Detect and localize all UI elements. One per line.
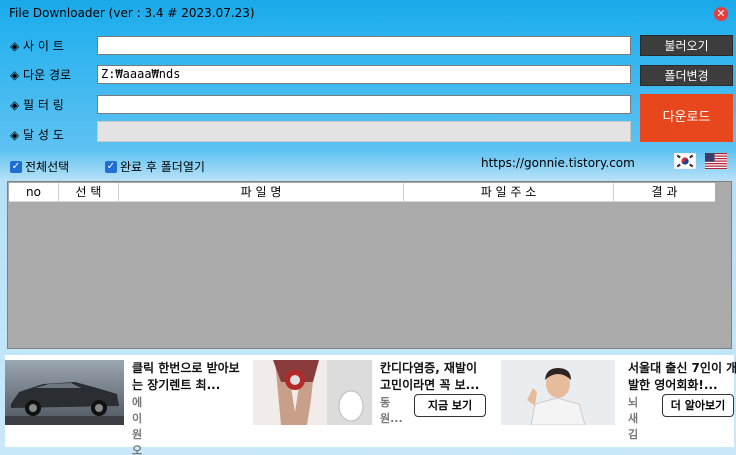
site-label: ◈ 사 이 트 bbox=[10, 39, 64, 53]
view-now-button[interactable]: 지금 보기 bbox=[414, 394, 486, 417]
col-fileurl[interactable]: 파 일 주 소 bbox=[404, 183, 614, 201]
select-all-label: 전체선택 bbox=[25, 160, 70, 174]
korean-flag-icon[interactable] bbox=[674, 153, 696, 169]
us-flag-icon[interactable] bbox=[705, 153, 727, 169]
path-label: ◈ 다운 경로 bbox=[10, 68, 72, 82]
open-folder-checkbox[interactable]: ✓ 완료 후 폴더열기 bbox=[105, 158, 205, 175]
checkbox-checked-icon: ✓ bbox=[10, 160, 22, 173]
file-table[interactable]: no 선 택 파 일 명 파 일 주 소 결 과 bbox=[7, 181, 732, 349]
checkbox-checked-icon: ✓ bbox=[105, 160, 117, 173]
ad-source: 뇌새김 bbox=[628, 396, 639, 441]
ad-headline[interactable]: 클릭 한번으로 받아보는 장기렌트 최... bbox=[132, 360, 244, 394]
col-filename[interactable]: 파 일 명 bbox=[119, 183, 404, 201]
open-folder-label: 완료 후 폴더열기 bbox=[120, 160, 205, 174]
path-input[interactable]: Z:₩aaaa₩nds bbox=[97, 65, 631, 84]
site-input[interactable] bbox=[97, 36, 631, 55]
progress-label: ◈ 달 성 도 bbox=[10, 128, 64, 142]
table-header: no 선 택 파 일 명 파 일 주 소 결 과 bbox=[9, 183, 715, 202]
car-ad-image[interactable] bbox=[5, 360, 124, 425]
col-select[interactable]: 선 택 bbox=[59, 183, 119, 201]
load-button[interactable]: 불러오기 bbox=[640, 35, 733, 56]
health-ad-image[interactable] bbox=[253, 360, 372, 425]
progress-bar bbox=[97, 121, 631, 142]
change-folder-button[interactable]: 폴더변경 bbox=[640, 65, 733, 86]
app-window: File Downloader (ver : 3.4 # 2023.07.23)… bbox=[0, 0, 736, 455]
download-button[interactable]: 다운로드 bbox=[640, 94, 733, 142]
filter-label: ◈ 필 터 링 bbox=[10, 98, 64, 112]
learn-more-button[interactable]: 더 알아보기 bbox=[662, 394, 734, 417]
english-ad-image[interactable] bbox=[501, 360, 615, 425]
window-title: File Downloader (ver : 3.4 # 2023.07.23) bbox=[9, 6, 255, 20]
filter-input[interactable] bbox=[97, 95, 631, 114]
ad-headline[interactable]: 칸디다염증, 재발이 고민이라면 꼭 보... bbox=[380, 360, 492, 394]
ad-banner: 클릭 한번으로 받아보는 장기렌트 최... 에이원오토 칸디다염증, 재발이 … bbox=[5, 355, 736, 455]
ad-source: 에이원오토 bbox=[132, 396, 143, 455]
select-all-checkbox[interactable]: ✓ 전체선택 bbox=[10, 158, 69, 175]
col-no[interactable]: no bbox=[9, 183, 59, 201]
site-link[interactable]: https://gonnie.tistory.com bbox=[481, 156, 635, 170]
ad-headline[interactable]: 서울대 출신 7인이 개발한 영어회화!... bbox=[628, 360, 736, 394]
close-icon[interactable]: ✕ bbox=[714, 7, 728, 21]
col-result[interactable]: 결 과 bbox=[614, 183, 715, 201]
ad-source: 동원... bbox=[380, 396, 403, 425]
